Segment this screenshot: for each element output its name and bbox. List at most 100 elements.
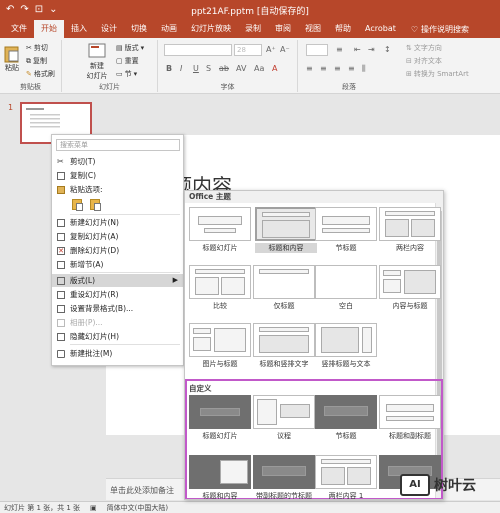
spellcheck-icon[interactable]: ▣	[90, 504, 97, 512]
tab-record[interactable]: 录制	[238, 20, 268, 38]
font-size-field[interactable]: 28	[234, 44, 262, 56]
layout-preview	[253, 395, 315, 429]
window-title: ppt21AF.pptm [自动保存的]	[191, 7, 309, 17]
layout-two-content[interactable]: 两栏内容	[379, 207, 441, 253]
layout-comparison[interactable]: 比较	[189, 265, 251, 311]
smartart-button[interactable]: ⊞ 转换为 SmartArt	[406, 69, 469, 79]
language-status[interactable]: 简体中文(中国大陆)	[107, 503, 168, 513]
office-theme-header: Office 主题	[185, 191, 443, 203]
menu-separator	[70, 272, 180, 273]
menu-search-input[interactable]: 搜索菜单	[56, 139, 180, 151]
bold-icon[interactable]: B	[166, 64, 172, 73]
custom-layout-section-with-subtitle[interactable]: 带副标题的节标题	[253, 455, 315, 499]
decrease-indent-icon[interactable]: ⇤	[354, 45, 361, 54]
tell-me-search[interactable]: ♡ 操作说明搜索	[403, 24, 469, 35]
custom-layout-title-slide[interactable]: 标题幻灯片	[189, 395, 251, 441]
tab-review[interactable]: 审阅	[268, 20, 298, 38]
align-text-icon: ⊟	[406, 57, 412, 65]
reset-button[interactable]: ▢ 重置	[116, 56, 139, 66]
change-case-icon[interactable]: Aa	[254, 64, 264, 73]
tab-transitions[interactable]: 切换	[124, 20, 154, 38]
tab-animations[interactable]: 动画	[154, 20, 184, 38]
menu-item-format-background[interactable]: 设置背景格式(B)...	[52, 302, 183, 315]
layout-title-slide[interactable]: 标题幻灯片	[189, 207, 251, 253]
menu-item-cut[interactable]: ✂ 剪切(T)	[52, 155, 183, 168]
watermark-logo: AI	[400, 474, 430, 496]
comment-icon	[57, 350, 65, 358]
cut-button[interactable]: ✂ 剪切	[26, 43, 48, 53]
tell-me-label: 操作说明搜索	[421, 24, 470, 34]
menu-item-add-section[interactable]: 新增节(A)	[52, 258, 183, 271]
text-direction-button[interactable]: ⇅ 文字方向	[406, 43, 442, 53]
paste-picture-icon[interactable]	[90, 199, 101, 211]
bullets-dropdown[interactable]	[306, 44, 328, 56]
menu-item-duplicate-slide[interactable]: 复制幻灯片(A)	[52, 230, 183, 243]
slide-number: 1	[8, 103, 14, 112]
layout-preview	[315, 207, 377, 241]
layout-section-header[interactable]: 节标题	[315, 207, 377, 253]
spacing-icon[interactable]: AV	[236, 64, 246, 73]
tab-file[interactable]: 文件	[4, 20, 34, 38]
copy-button[interactable]: ⧉ 复制	[26, 56, 47, 66]
menu-item-new-slide[interactable]: 新建幻灯片(N)	[52, 216, 183, 229]
menu-item-delete-slide[interactable]: ✕ 删除幻灯片(D)	[52, 244, 183, 257]
layout-preview	[253, 265, 315, 299]
layout-title-only[interactable]: 仅标题	[253, 265, 315, 311]
layout-title-and-vertical-text[interactable]: 标题和竖排文字	[253, 323, 315, 369]
font-name-field[interactable]	[164, 44, 232, 56]
format-painter-button[interactable]: ✎ 格式刷	[26, 69, 55, 79]
shrink-font-icon[interactable]: A⁻	[280, 45, 290, 54]
layout-blank[interactable]: 空白	[315, 265, 377, 311]
grow-font-icon[interactable]: A⁺	[266, 45, 276, 54]
increase-indent-icon[interactable]: ⇥	[368, 45, 375, 54]
tab-view[interactable]: 视图	[298, 20, 328, 38]
paste-keep-icon[interactable]	[72, 199, 83, 211]
font-color-icon[interactable]: A	[272, 64, 277, 73]
numbering-icon[interactable]: ≡	[336, 45, 343, 54]
tab-help[interactable]: 帮助	[328, 20, 358, 38]
paste-button[interactable]: 粘贴	[3, 44, 21, 73]
layout-preview	[189, 323, 251, 357]
menu-item-copy[interactable]: 复制(C)	[52, 169, 183, 182]
layout-preview	[379, 265, 441, 299]
section-button[interactable]: ▭ 节 ▾	[116, 69, 137, 79]
custom-layout-agenda[interactable]: 议程	[253, 395, 315, 441]
smartart-icon: ⊞	[406, 70, 412, 78]
menu-item-layout[interactable]: 版式(L) ▶	[52, 274, 183, 287]
align-text-button[interactable]: ⊟ 对齐文本	[406, 56, 442, 66]
tab-slideshow[interactable]: 幻灯片放映	[184, 20, 238, 38]
menu-item-hide-slide[interactable]: 隐藏幻灯片(H)	[52, 330, 183, 343]
underline-icon[interactable]: U	[193, 64, 199, 73]
layout-button[interactable]: ▤ 版式 ▾	[116, 43, 144, 53]
notes-placeholder[interactable]: 单击此处添加备注	[110, 485, 174, 496]
italic-icon[interactable]: I	[180, 64, 182, 73]
menu-item-new-comment[interactable]: 新建批注(M)	[52, 347, 183, 360]
lightbulb-icon: ♡	[410, 24, 419, 34]
align-left-icon[interactable]: ≡	[306, 64, 313, 73]
custom-layout-title-and-subtitle[interactable]: 标题和副标题	[379, 395, 441, 441]
menu-item-paste-options: 粘贴选项:	[52, 183, 183, 196]
shadow-icon[interactable]: S	[206, 64, 211, 73]
new-slide-button[interactable]: 新建 幻灯片	[82, 42, 112, 81]
layout-vertical-title-and-text[interactable]: 竖排标题与文本	[315, 323, 377, 369]
tab-insert[interactable]: 插入	[64, 20, 94, 38]
align-right-icon[interactable]: ≡	[334, 64, 341, 73]
custom-layout-two-content-1[interactable]: 两栏内容 1	[315, 455, 377, 499]
layout-content-with-caption[interactable]: 内容与标题	[379, 265, 441, 311]
align-center-icon[interactable]: ≡	[320, 64, 327, 73]
tab-home[interactable]: 开始	[34, 20, 64, 38]
menu-item-reset-slide[interactable]: 重设幻灯片(R)	[52, 288, 183, 301]
strikethrough-icon[interactable]: ab	[219, 64, 229, 73]
custom-layout-title-and-content[interactable]: 标题和内容	[189, 455, 251, 499]
layout-icon: ▤	[116, 44, 123, 52]
line-spacing-icon[interactable]: ↕	[384, 45, 391, 54]
custom-layout-section-header[interactable]: 节标题	[315, 395, 377, 441]
layout-picture-with-caption[interactable]: 图片与标题	[189, 323, 251, 369]
layout-preview	[189, 265, 251, 299]
tab-design[interactable]: 设计	[94, 20, 124, 38]
justify-icon[interactable]: ≡	[348, 64, 355, 73]
layout-title-and-content[interactable]: 标题和内容	[255, 207, 317, 253]
title-bar: ↶ ↷ ⊡ ⌄ ppt21AF.pptm [自动保存的]	[0, 0, 500, 20]
tab-acrobat[interactable]: Acrobat	[358, 20, 403, 38]
columns-icon[interactable]: ⫼	[362, 64, 366, 74]
